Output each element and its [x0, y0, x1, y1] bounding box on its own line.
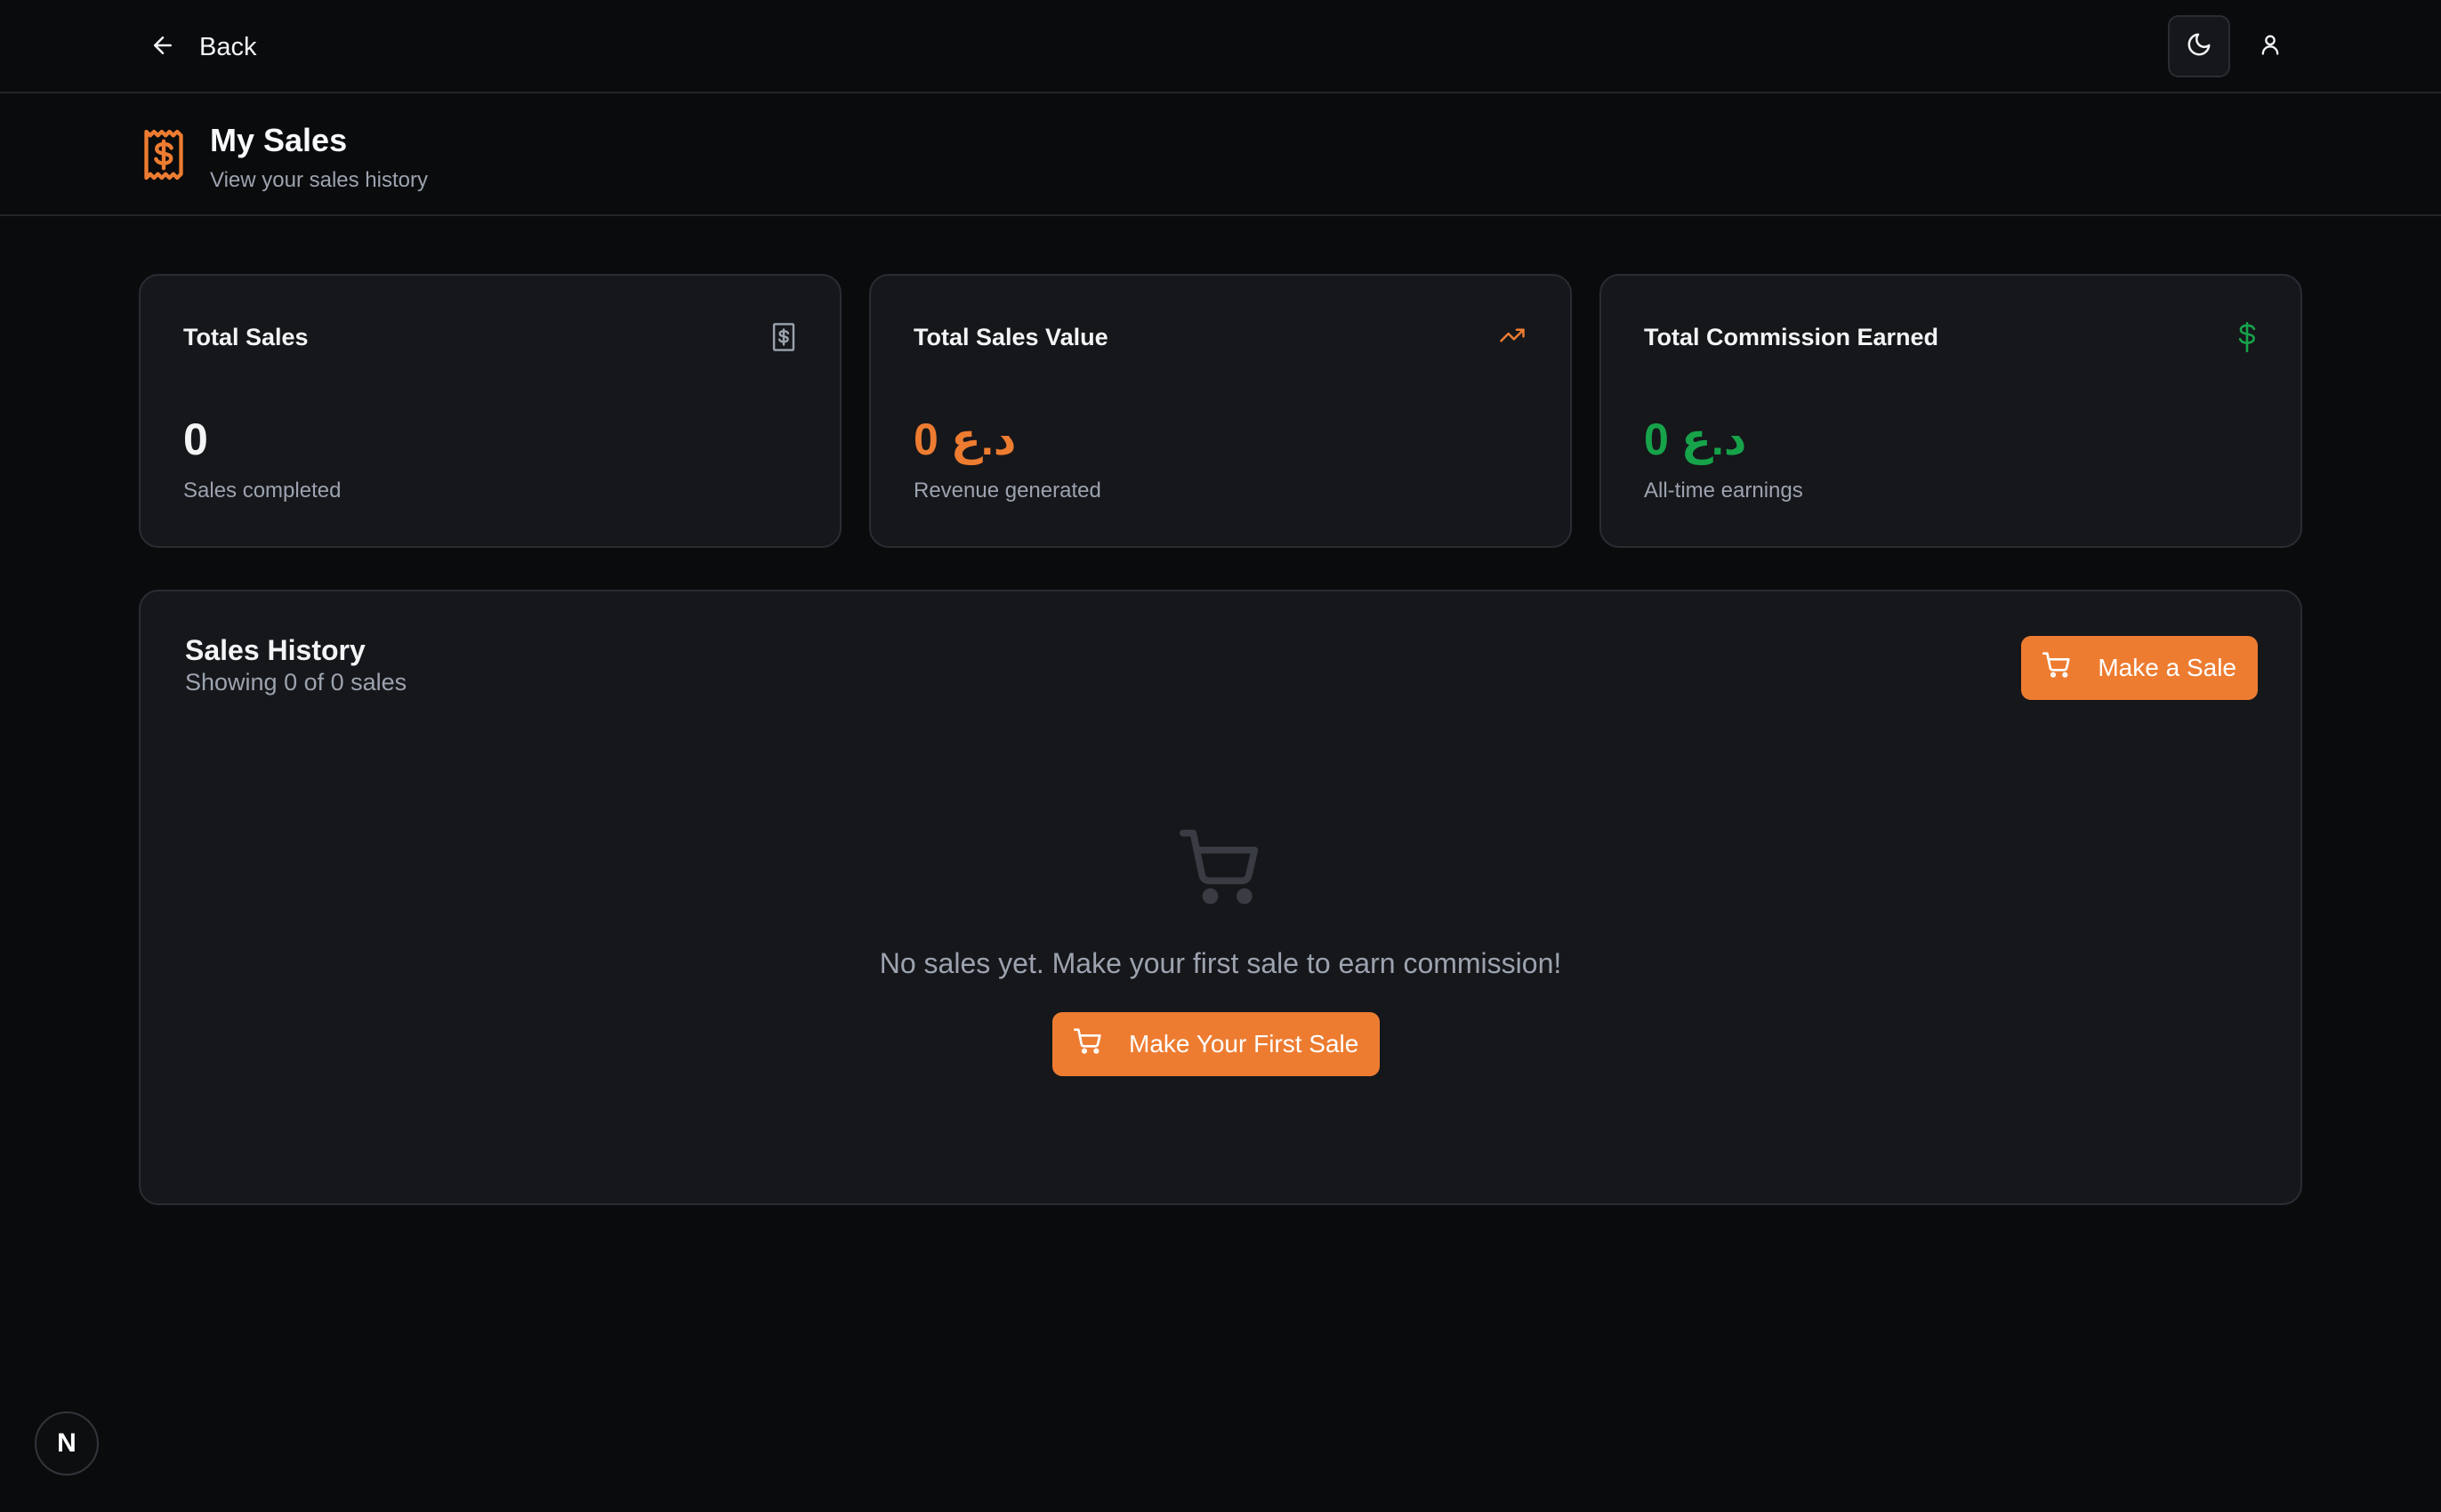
user-icon [2258, 32, 2283, 61]
stat-value: 0 د.ع [1644, 414, 1747, 464]
make-first-sale-label: Make Your First Sale [1129, 1030, 1359, 1058]
stat-value: 0 د.ع [914, 414, 1017, 464]
stat-card-total-sales-value: Total Sales Value 0 د.ع Revenue generate… [869, 274, 1572, 548]
make-a-sale-label: Make a Sale [2098, 654, 2236, 681]
back-label: Back [199, 32, 257, 61]
dev-tools-badge[interactable]: N [35, 1411, 99, 1476]
stat-title: Total Commission Earned [1644, 324, 1939, 350]
cart-icon [1074, 1027, 1102, 1062]
sales-history-panel: Sales History Showing 0 of 0 sales Make … [139, 590, 2302, 1205]
receipt-icon [141, 127, 187, 187]
back-button[interactable]: Back [149, 25, 256, 69]
next-logo-icon: N [57, 1428, 77, 1458]
stat-title: Total Sales Value [914, 324, 1108, 350]
page-title: My Sales [210, 122, 348, 158]
make-a-sale-button[interactable]: Make a Sale [2021, 636, 2258, 700]
stat-card-total-sales: Total Sales 0 Sales completed [139, 274, 842, 548]
stat-title: Total Sales [183, 324, 309, 350]
stat-description: All-time earnings [1644, 479, 1803, 503]
moon-icon [2186, 31, 2212, 62]
stat-description: Sales completed [183, 479, 342, 503]
stat-description: Revenue generated [914, 479, 1101, 503]
page-subtitle: View your sales history [210, 168, 428, 192]
cart-icon [2042, 651, 2071, 686]
empty-state-message: No sales yet. Make your first sale to ea… [879, 947, 1562, 979]
theme-toggle-button[interactable] [2168, 15, 2230, 77]
sales-history-title: Sales History [185, 634, 366, 666]
stat-card-total-commission: Total Commission Earned 0 د.ع All-time e… [1599, 274, 2302, 548]
sales-history-count: Showing 0 of 0 sales [185, 669, 407, 696]
empty-cart-icon [1180, 826, 1261, 913]
stat-value: 0 [183, 414, 208, 464]
top-bar: Back [0, 0, 2441, 93]
receipt-icon [770, 322, 797, 357]
dollar-icon [2236, 322, 2258, 357]
trending-up-icon [1497, 322, 1527, 353]
make-first-sale-button[interactable]: Make Your First Sale [1052, 1012, 1381, 1076]
page-header: My Sales View your sales history [0, 95, 2441, 216]
user-menu-button[interactable] [2239, 15, 2301, 77]
arrow-left-icon [149, 32, 176, 63]
